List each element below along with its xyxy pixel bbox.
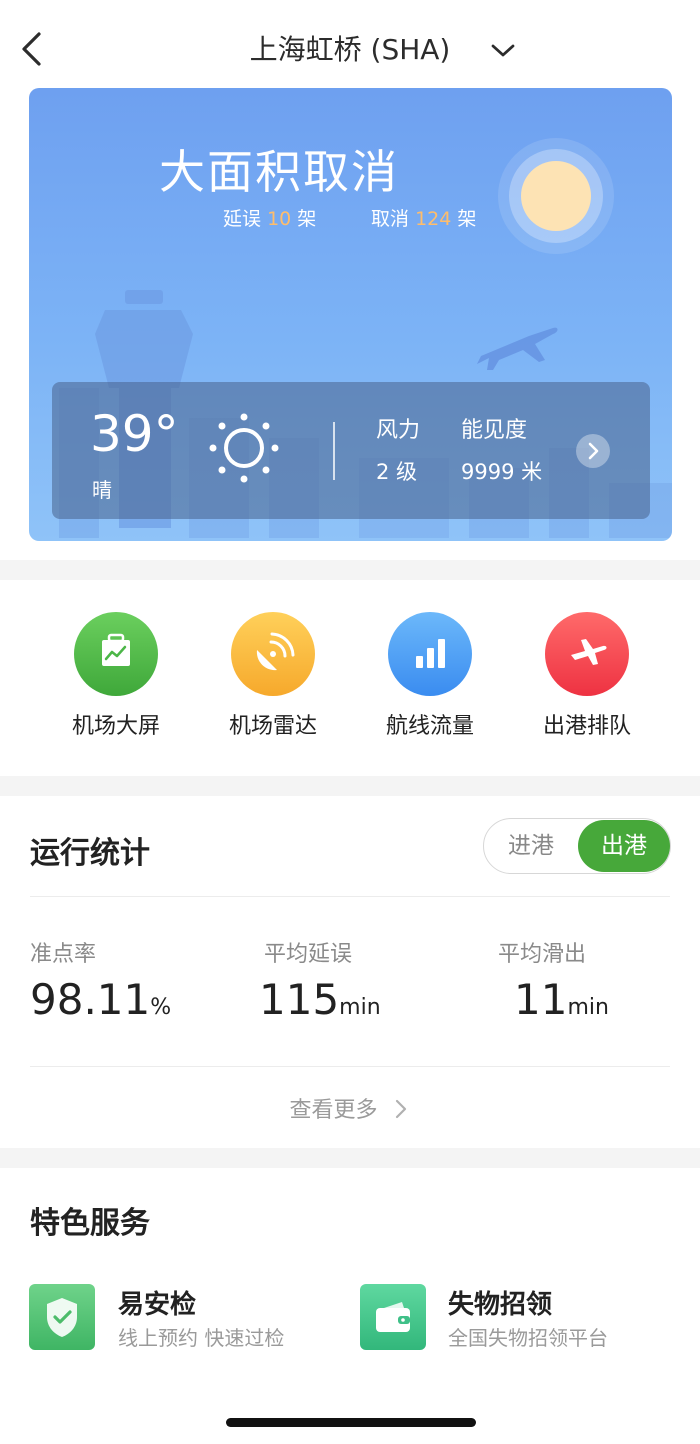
section-title: 特色服务 (30, 1206, 150, 1241)
plane-icon (545, 612, 629, 696)
toggle-arrival[interactable]: 进港 (484, 819, 578, 873)
delay-unit: 架 (297, 208, 317, 230)
section-title: 运行统计 (30, 836, 150, 871)
shield-check-icon (29, 1284, 95, 1350)
radar-icon (231, 612, 315, 696)
stat-unit: % (150, 995, 172, 1020)
airport-status-title: 大面积取消 (159, 145, 399, 199)
quick-entry-label: 机场雷达 (228, 714, 317, 739)
quick-entry-label: 机场大屏 (71, 714, 160, 739)
page-title: 上海虹桥 (SHA) (249, 33, 451, 66)
divider (30, 1066, 670, 1067)
weather-panel[interactable]: 39° 晴 风力 2 级 能见度 9999 米 (52, 382, 650, 519)
quick-entry-airport-screen[interactable]: 机场大屏 (41, 612, 191, 740)
arrival-departure-toggle: 进港 出港 (483, 818, 671, 874)
chevron-down-icon[interactable] (488, 36, 518, 66)
avg-delay-label: 平均延误 (264, 942, 353, 967)
see-more-label: 查看更多 (289, 1098, 378, 1123)
home-indicator (226, 1418, 476, 1427)
stat-number: 11 (514, 975, 568, 1024)
weather-condition: 晴 (92, 478, 112, 502)
quick-entry-departure-queue[interactable]: 出港排队 (512, 612, 662, 740)
avg-taxi-out-label: 平均滑出 (498, 942, 587, 967)
wind-label: 风力 (376, 418, 421, 443)
quick-entry-label: 出港排队 (542, 714, 631, 739)
stat-number: 115 (259, 975, 340, 1024)
avg-delay-value: 115min (259, 974, 381, 1034)
sunny-icon (209, 413, 279, 483)
wallet-icon (360, 1284, 426, 1350)
operation-stats-section: 运行统计 进港 出港 准点率 98.11% 平均延误 115min 平均滑出 1… (0, 796, 700, 1148)
section-separator (0, 1148, 700, 1168)
toggle-departure[interactable]: 出港 (578, 820, 670, 872)
service-subtitle: 线上预约 快速过检 (118, 1326, 285, 1350)
cancel-label: 取消 (371, 208, 410, 230)
temperature: 39° (90, 405, 179, 463)
avg-taxi-out-value: 11min (514, 974, 609, 1034)
featured-services-section: 特色服务 易安检 线上预约 快速过检 失物招领 全国失物招领平台 (0, 1168, 700, 1444)
service-subtitle: 全国失物招领平台 (448, 1326, 608, 1350)
section-separator (0, 560, 700, 580)
cancel-summary: 取消 124 架 (371, 204, 476, 231)
quick-entry-label: 航线流量 (385, 714, 474, 739)
on-time-rate-value: 98.11% (30, 974, 171, 1034)
stat-number: 98.11 (30, 975, 151, 1024)
screen-icon (74, 612, 158, 696)
stat-unit: min (567, 995, 609, 1020)
service-title: 失物招领 (448, 1290, 553, 1320)
cancel-unit: 架 (457, 208, 477, 230)
divider (30, 896, 670, 897)
airport-selector[interactable]: 上海虹桥 (SHA) (0, 28, 700, 72)
chevron-right-icon (395, 1099, 406, 1119)
delay-count: 10 (267, 208, 292, 230)
weather-detail-button[interactable] (576, 434, 610, 468)
service-title: 易安检 (118, 1290, 197, 1320)
quick-entry-airport-radar[interactable]: 机场雷达 (198, 612, 348, 740)
quick-entry-grid: 机场大屏 机场雷达 航线流量 出港排队 (0, 580, 700, 776)
on-time-rate-label: 准点率 (30, 942, 97, 967)
quick-entry-route-traffic[interactable]: 航线流量 (355, 612, 505, 740)
section-separator (0, 776, 700, 796)
chevron-right-icon (588, 442, 599, 460)
airport-status-card: 大面积取消 延误 10 架 取消 124 架 39° 晴 风力 2 级 能见度 … (29, 88, 672, 541)
cancel-count: 124 (415, 208, 452, 230)
see-more-link[interactable]: 查看更多 (0, 1092, 700, 1124)
delay-summary: 延误 10 架 (223, 204, 316, 231)
visibility-label: 能见度 (461, 418, 528, 443)
weather-divider (333, 422, 335, 480)
stat-unit: min (339, 995, 381, 1020)
visibility-value: 9999 米 (461, 460, 543, 484)
delay-label: 延误 (223, 208, 262, 230)
bar-chart-icon (388, 612, 472, 696)
top-bar: 上海虹桥 (SHA) (0, 0, 700, 90)
wind-value: 2 级 (376, 460, 418, 484)
